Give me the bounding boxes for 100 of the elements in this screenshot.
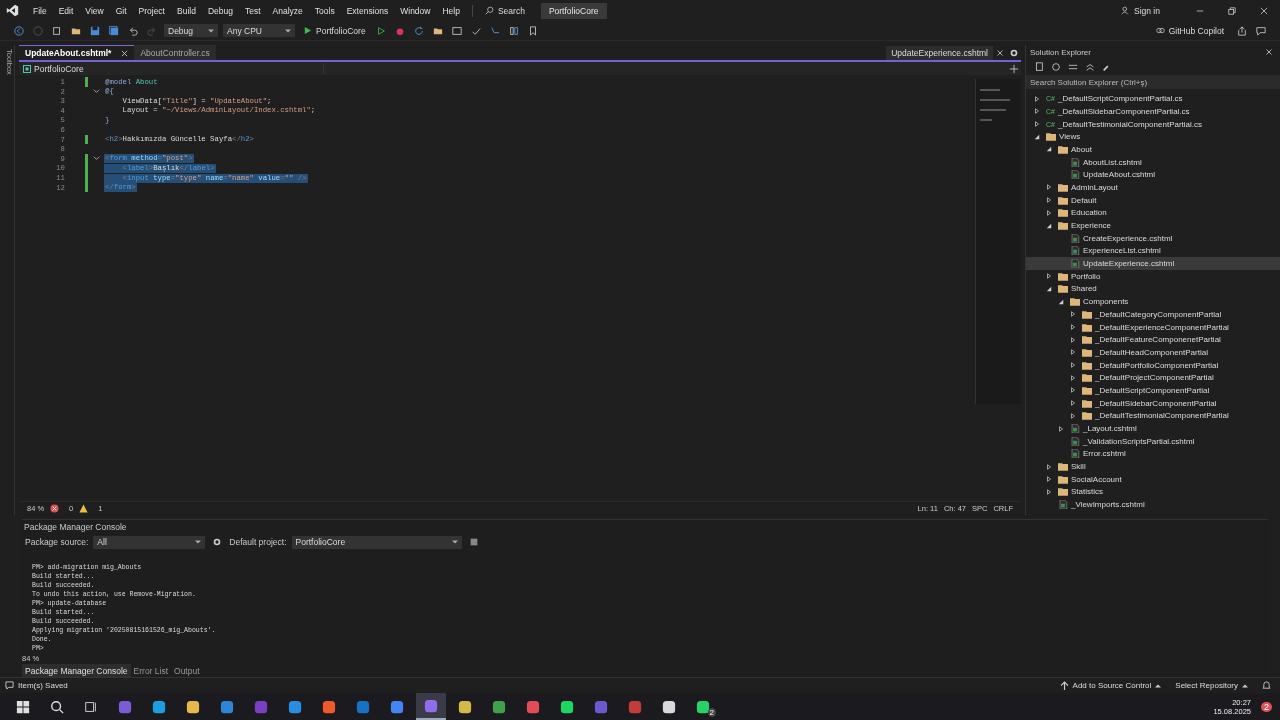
collapsed-arrow-icon[interactable] — [1070, 387, 1076, 394]
tree-item[interactable]: Statistics — [1026, 485, 1280, 499]
collapsed-arrow-icon[interactable] — [1046, 463, 1052, 470]
menu-item[interactable]: Debug — [201, 5, 239, 16]
save-icon[interactable] — [90, 25, 100, 36]
menu-item[interactable]: View — [79, 5, 110, 16]
tree-item[interactable]: AboutList.cshtml — [1026, 155, 1280, 169]
add-to-source-control-button[interactable]: Add to Source Control — [1059, 681, 1162, 691]
back-icon[interactable] — [14, 25, 24, 36]
tree-item[interactable]: _Layout.cshtml — [1026, 422, 1280, 435]
tree-item[interactable]: UpdateExperience.cshtml — [1026, 257, 1280, 270]
tree-item[interactable]: _DefaultHeadComponentPartial — [1026, 346, 1280, 359]
fold-chevron-icon[interactable] — [92, 155, 100, 163]
tree-item[interactable]: _ViewImports.cshtml — [1026, 498, 1280, 511]
tree-item[interactable]: _DefaultExperienceComponentPartial — [1026, 320, 1280, 334]
tree-item[interactable]: CreateExperience.cshtml — [1026, 231, 1280, 245]
collapsed-arrow-icon[interactable] — [1070, 412, 1076, 419]
menu-item[interactable]: Project — [132, 5, 171, 16]
tree-item[interactable]: Education — [1026, 206, 1280, 220]
tree-item[interactable]: _DefaultPortfolioComponentPartial — [1026, 358, 1280, 372]
menu-item[interactable]: Extensions — [340, 5, 395, 16]
feedback-icon[interactable] — [1256, 25, 1266, 36]
tree-item[interactable]: UpdateAbout.cshtml — [1026, 168, 1280, 182]
collapsed-arrow-icon[interactable] — [1034, 108, 1040, 115]
columns-icon[interactable] — [508, 25, 519, 36]
bookmark-icon[interactable] — [527, 25, 538, 36]
collapsed-arrow-icon[interactable] — [1070, 374, 1076, 381]
collapsed-arrow-icon[interactable] — [1034, 121, 1040, 127]
preview-tab[interactable]: UpdateExperience.cshtml — [886, 45, 993, 60]
tree-item[interactable]: Components — [1026, 295, 1280, 308]
menu-item[interactable]: File — [27, 5, 53, 16]
tree-item[interactable]: _DefaultProjectComponentPartial — [1026, 371, 1280, 385]
sign-in-button[interactable]: Sign in — [1121, 5, 1160, 16]
add-icon[interactable] — [1009, 63, 1019, 74]
tree-item[interactable]: Portfolio — [1026, 269, 1280, 283]
collapsed-arrow-icon[interactable] — [1070, 324, 1076, 330]
start-debugging-button[interactable]: PortfolioCore — [300, 25, 369, 36]
notification-badge[interactable]: 2 — [1261, 701, 1272, 712]
default-project-dropdown[interactable]: PortfolioCore — [291, 535, 462, 549]
collapsed-arrow-icon[interactable] — [1034, 95, 1040, 102]
package-source-dropdown[interactable]: All — [93, 535, 206, 549]
play-outline-icon[interactable] — [375, 25, 386, 36]
document-tab[interactable]: UpdateAbout.cshtml* — [19, 44, 135, 61]
collapsed-arrow-icon[interactable] — [1070, 336, 1076, 343]
collapsed-arrow-icon[interactable] — [1046, 209, 1052, 216]
tree-item[interactable]: Experience — [1026, 219, 1280, 232]
refresh-icon[interactable] — [413, 25, 424, 36]
configuration-dropdown[interactable]: Debug — [164, 24, 218, 38]
bell-icon[interactable] — [1262, 681, 1271, 691]
menu-item[interactable]: Window — [394, 5, 437, 16]
share-icon[interactable] — [1237, 25, 1247, 36]
expanded-arrow-icon[interactable] — [1046, 146, 1052, 153]
menu-item[interactable]: Analyze — [266, 5, 309, 16]
tree-item[interactable]: Error.cshtml — [1026, 447, 1280, 461]
tree-item[interactable]: _DefaultFeatureComponenetPartial — [1026, 333, 1280, 347]
select-repository-button[interactable]: Select Repository — [1175, 681, 1248, 691]
tree-item[interactable]: Skill — [1026, 460, 1280, 473]
menu-item[interactable]: Git — [109, 5, 133, 16]
collapsed-arrow-icon[interactable] — [1070, 362, 1076, 369]
tree-item[interactable]: _DefaultCategoryComponentPartial — [1026, 308, 1280, 321]
menu-item[interactable]: Tools — [308, 5, 341, 16]
tree-item[interactable]: _DefaultScriptComponentPartial — [1026, 384, 1280, 397]
collapsed-arrow-icon[interactable] — [1070, 400, 1076, 407]
collapsed-arrow-icon[interactable] — [1046, 488, 1052, 495]
menu-item[interactable]: Edit — [52, 5, 80, 16]
panel-tab[interactable]: Output — [171, 663, 203, 678]
menu-item[interactable]: Build — [171, 5, 202, 16]
collapsed-arrow-icon[interactable] — [1070, 349, 1076, 356]
window-icon[interactable] — [451, 25, 462, 36]
tree-item[interactable]: Default — [1026, 193, 1280, 207]
expanded-arrow-icon[interactable] — [1058, 298, 1064, 305]
settings-icon[interactable] — [1009, 47, 1019, 58]
settings-icon[interactable] — [212, 537, 223, 548]
tree-item[interactable]: Shared — [1026, 282, 1280, 296]
collapsed-arrow-icon[interactable] — [1046, 476, 1052, 483]
spell-check-icon[interactable] — [470, 25, 481, 36]
menu-item[interactable]: Help — [436, 5, 466, 16]
close-icon[interactable] — [995, 47, 1005, 58]
tree-item[interactable]: Views — [1026, 130, 1280, 144]
undo-icon[interactable] — [128, 25, 138, 36]
collapsed-arrow-icon[interactable] — [1046, 197, 1052, 204]
collapsed-arrow-icon[interactable] — [1070, 311, 1076, 318]
expanded-arrow-icon[interactable] — [1046, 285, 1052, 292]
collapsed-arrow-icon[interactable] — [1058, 425, 1064, 432]
restore-icon[interactable] — [1228, 6, 1236, 15]
copilot-button[interactable]: GitHub Copilot — [1155, 25, 1224, 36]
fold-chevron-icon[interactable] — [92, 88, 100, 96]
expanded-arrow-icon[interactable] — [1046, 222, 1052, 229]
tree-item[interactable]: _DefaultSidebarComponentPartial — [1026, 396, 1280, 410]
menu-item[interactable]: Test — [238, 5, 267, 16]
close-icon[interactable] — [121, 49, 129, 57]
panel-tab[interactable]: Package Manager Console — [22, 663, 131, 678]
document-tab[interactable]: AboutController.cs — [134, 45, 216, 61]
tree-item[interactable]: _DefaultTestimonialComponentPartial — [1026, 409, 1280, 423]
search-button[interactable]: Search — [478, 5, 531, 16]
tree-item[interactable]: SocialAccount — [1026, 472, 1280, 486]
close-icon[interactable] — [1260, 6, 1268, 15]
collapse-all-icon[interactable] — [1085, 61, 1095, 72]
panel-tab[interactable]: Error List — [130, 663, 172, 678]
tree-item[interactable]: ExperienceList.cshtml — [1026, 244, 1280, 258]
